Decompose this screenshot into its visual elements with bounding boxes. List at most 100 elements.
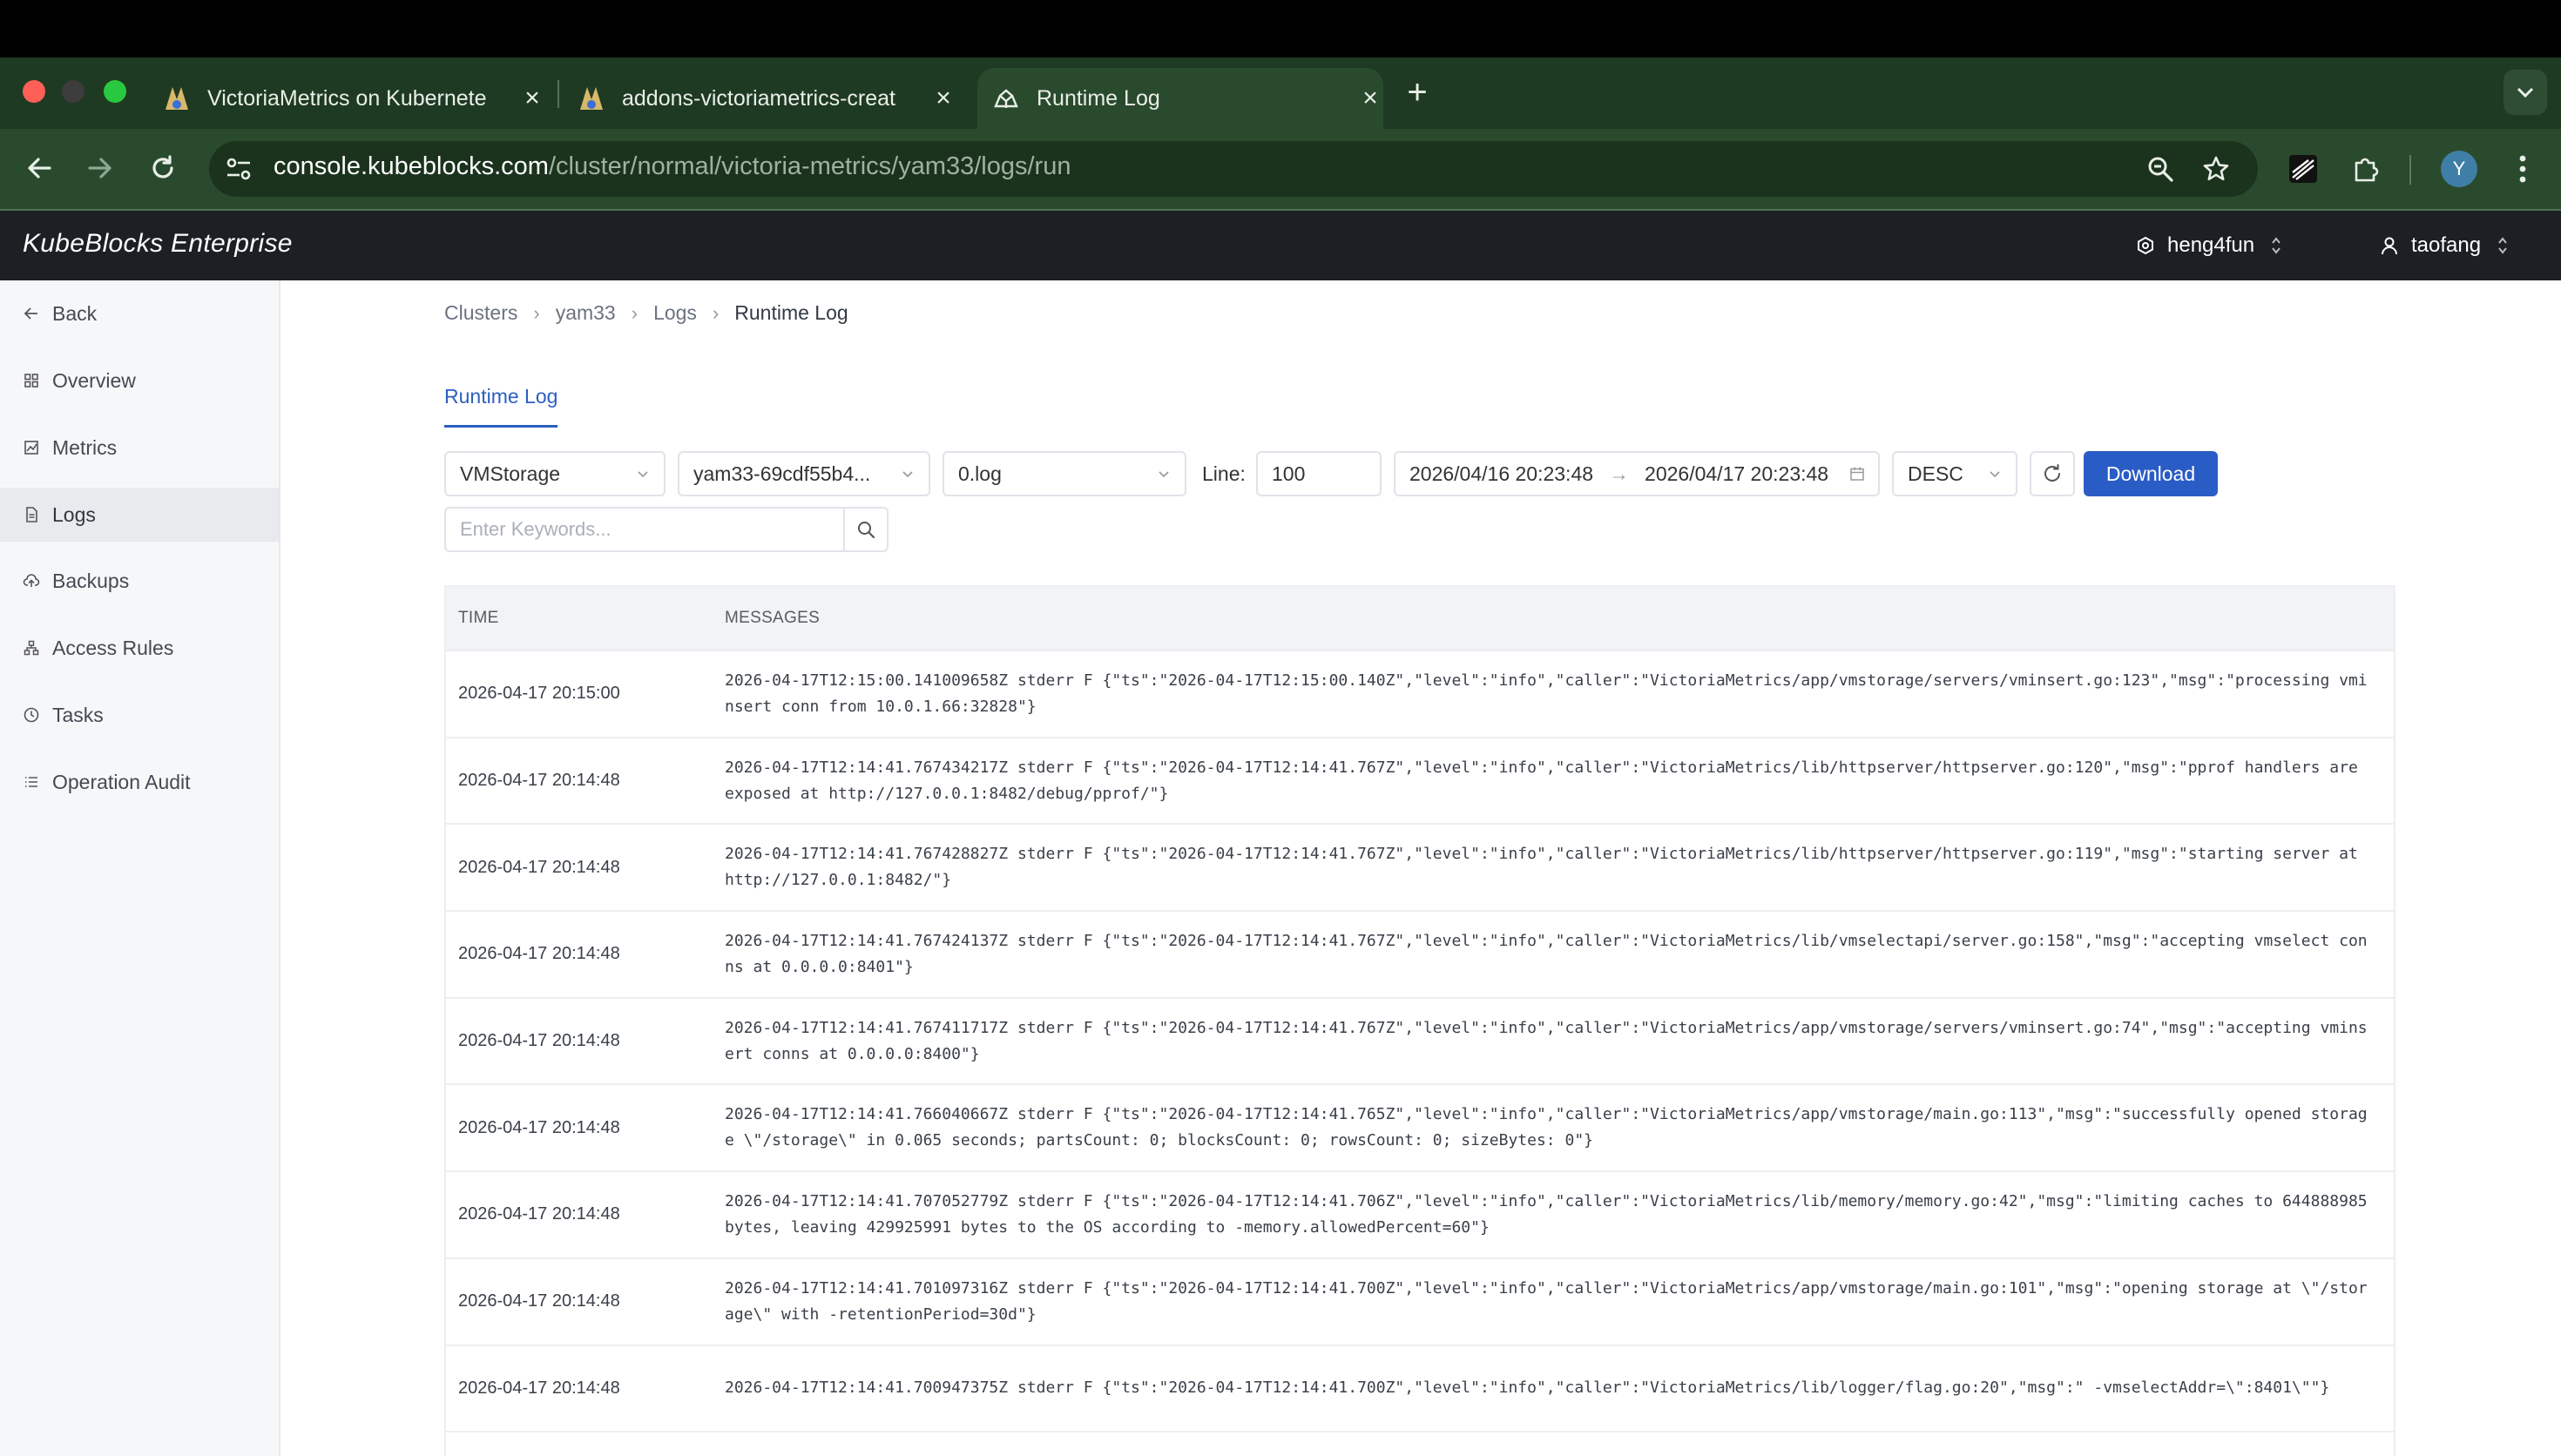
browser-tab-2[interactable]: addons-victoriametrics-creat × [577,68,956,129]
reload-button[interactable] [141,146,185,190]
log-message: 2026-04-17T12:14:41.767434217Z stderr F … [725,758,2358,803]
log-time: 2026-04-17 20:15:00 [458,684,620,704]
component-select-value: VMStorage [460,462,561,485]
tab-runtime-log[interactable]: Runtime Log [444,385,557,408]
table-body: 2026-04-17 20:15:00 2026-04-17T12:15:00.1… [446,650,2394,1456]
browser-menu-button[interactable] [2504,150,2542,188]
tab-search-menu-button[interactable] [2504,70,2547,115]
sidebar-item-metrics[interactable]: Metrics [0,421,279,475]
time-range-picker[interactable]: 2026/04/16 20:23:48 → 2026/04/17 20:23:4… [1394,451,1880,496]
bookmark-button[interactable] [2199,152,2233,186]
sidebar-item-operation-audit[interactable]: Operation Audit [0,755,279,809]
profile-avatar[interactable]: Y [2441,151,2477,187]
arrow-right-icon [88,158,111,179]
range-end: 2026/04/17 20:23:48 [1645,462,1829,485]
sidebar-item-overview[interactable]: Overview [0,354,279,408]
pod-select-value: yam33-69cdf55b4... [693,462,871,485]
url-host: console.kubeblocks.com [274,152,549,180]
arrow-right-icon: → [1609,462,1630,485]
breadcrumb-item-current: Runtime Log [734,301,848,324]
url-text[interactable]: console.kubeblocks.com/cluster/normal/vi… [274,152,1071,181]
new-tab-button[interactable]: + [1404,73,1430,111]
tab-title: Runtime Log [1037,85,1160,111]
sidebar-item-label: Back [52,301,98,325]
log-time: 2026-04-17 20:14:48 [458,944,620,964]
cloud-upload-icon [23,574,40,587]
log-file-select[interactable]: 0.log [943,451,1186,496]
log-message: 2026-04-17T12:14:41.767428827Z stderr F … [725,845,2358,890]
zoom-button[interactable] [2143,152,2178,186]
sidebar-item-label: Backups [52,569,130,592]
log-time: 2026-04-17 20:14:48 [458,857,620,877]
log-time: 2026-04-17 20:14:48 [458,1031,620,1051]
extension-button[interactable] [2284,150,2322,188]
sidebar-item-tasks[interactable]: Tasks [0,688,279,742]
table-row: 2026-04-17T12:14:41.700929705Z stderr F … [446,1431,2394,1456]
breadcrumb-item-cluster[interactable]: yam33 [556,301,616,325]
app-brand[interactable]: KubeBlocks Enterprise [23,229,293,259]
sidebar-item-access-rules[interactable]: Access Rules [0,621,279,675]
extensions-menu-button[interactable] [2347,150,2385,188]
sidebar-item-label: Logs [52,502,96,526]
puzzle-icon [2355,158,2379,182]
sidebar-item-logs[interactable]: Logs [0,488,279,542]
user-icon [2382,237,2397,255]
log-message: 2026-04-17T12:14:41.766040667Z stderr F … [725,1105,2368,1150]
line-count-input[interactable]: 100 [1256,451,1382,496]
chevron-down-icon [2517,87,2534,98]
close-icon[interactable]: × [930,84,956,113]
keyword-search-input[interactable] [446,509,843,550]
back-button[interactable] [17,146,61,190]
chevron-right-icon: › [712,301,720,324]
active-tab-indicator [444,425,557,428]
download-button[interactable]: Download [2084,451,2218,496]
pod-select[interactable]: yam33-69cdf55b4... [678,451,930,496]
table-row: 2026-04-17 20:14:48 2026-04-17T12:14:41.7… [446,1083,2394,1170]
table-row: 2026-04-17 20:14:48 2026-04-17T12:14:41.7… [446,996,2394,1084]
tab-title: addons-victoriametrics-creat [622,85,895,111]
chart-icon [24,441,38,455]
column-header-messages: MESSAGES [725,609,821,627]
window-zoom-button[interactable] [104,80,126,103]
arrow-left-icon [24,307,37,320]
line-label: Line: [1202,462,1246,485]
close-icon[interactable]: × [1357,84,1383,113]
forward-button[interactable] [78,146,122,190]
window-close-button[interactable] [23,80,45,103]
breadcrumb-item-clusters[interactable]: Clusters [444,301,517,325]
network-icon [24,640,39,656]
toolbar-divider [2409,155,2411,185]
sidebar-item-label: Access Rules [52,636,174,659]
column-header-time: TIME [458,609,499,627]
sidebar-item-backups[interactable]: Backups [0,554,279,608]
user-menu[interactable]: taofang [2380,232,2521,260]
sort-order-select[interactable]: DESC [1892,451,2017,496]
search-button[interactable] [843,507,889,552]
victoriametrics-favicon-icon [166,87,188,110]
component-select[interactable]: VMStorage [444,451,666,496]
org-name: heng4fun [2167,233,2255,257]
browser-tab-1[interactable]: VictoriaMetrics on Kubernete × [162,68,545,129]
close-icon[interactable]: × [519,84,545,113]
log-message: 2026-04-17T12:14:41.767424137Z stderr F … [725,931,2368,976]
sidebar-item-back[interactable]: Back [0,286,279,340]
breadcrumb-item-logs[interactable]: Logs [653,301,697,325]
url-path: /cluster/normal/victoria-metrics/yam33/l… [548,152,1071,180]
table-row: 2026-04-17 20:14:48 2026-04-17T12:14:41.7… [446,910,2394,997]
chevron-right-icon: › [631,301,639,324]
log-message: 2026-04-17T12:14:41.700947375Z stderr F … [725,1378,2330,1398]
site-settings-icon[interactable] [223,153,254,185]
table-row: 2026-04-17 20:15:00 2026-04-17T12:15:00.1… [446,650,2394,737]
refresh-button[interactable] [2030,451,2075,496]
org-switcher[interactable]: heng4fun [2136,232,2294,260]
log-table: TIME MESSAGES 2026-04-17 20:15:00 2026-04… [444,585,2395,1456]
sidebar-item-label: Tasks [52,703,104,726]
browser-tab-3-active[interactable]: Runtime Log × [977,68,1383,129]
kubeblocks-favicon-icon [994,89,1018,108]
log-message: 2026-04-17T12:15:00.141009658Z stderr F … [725,671,2368,716]
sidebar-item-label: Operation Audit [52,770,191,793]
log-time: 2026-04-17 20:14:48 [458,1117,620,1137]
window-minimize-button[interactable] [62,80,84,103]
list-icon [25,777,37,787]
log-time: 2026-04-17 20:14:48 [458,1204,620,1224]
